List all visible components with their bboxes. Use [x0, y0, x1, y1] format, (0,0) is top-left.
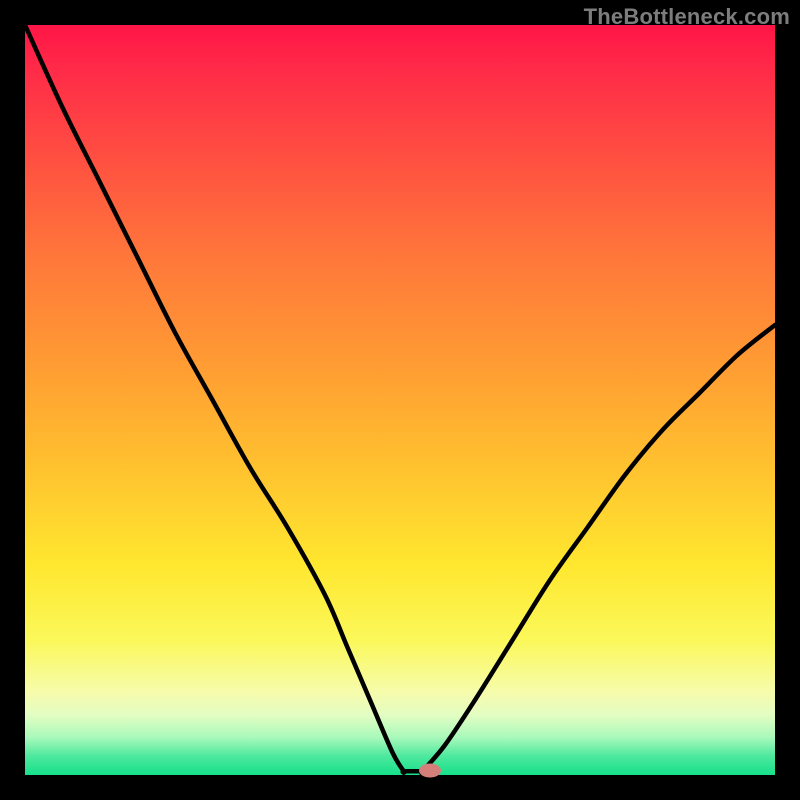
watermark-text: TheBottleneck.com	[584, 4, 790, 30]
optimum-marker	[419, 764, 441, 778]
bottleneck-curve	[25, 25, 775, 773]
plot-area	[25, 25, 775, 775]
curve-svg	[25, 25, 775, 775]
chart-frame: TheBottleneck.com	[0, 0, 800, 800]
